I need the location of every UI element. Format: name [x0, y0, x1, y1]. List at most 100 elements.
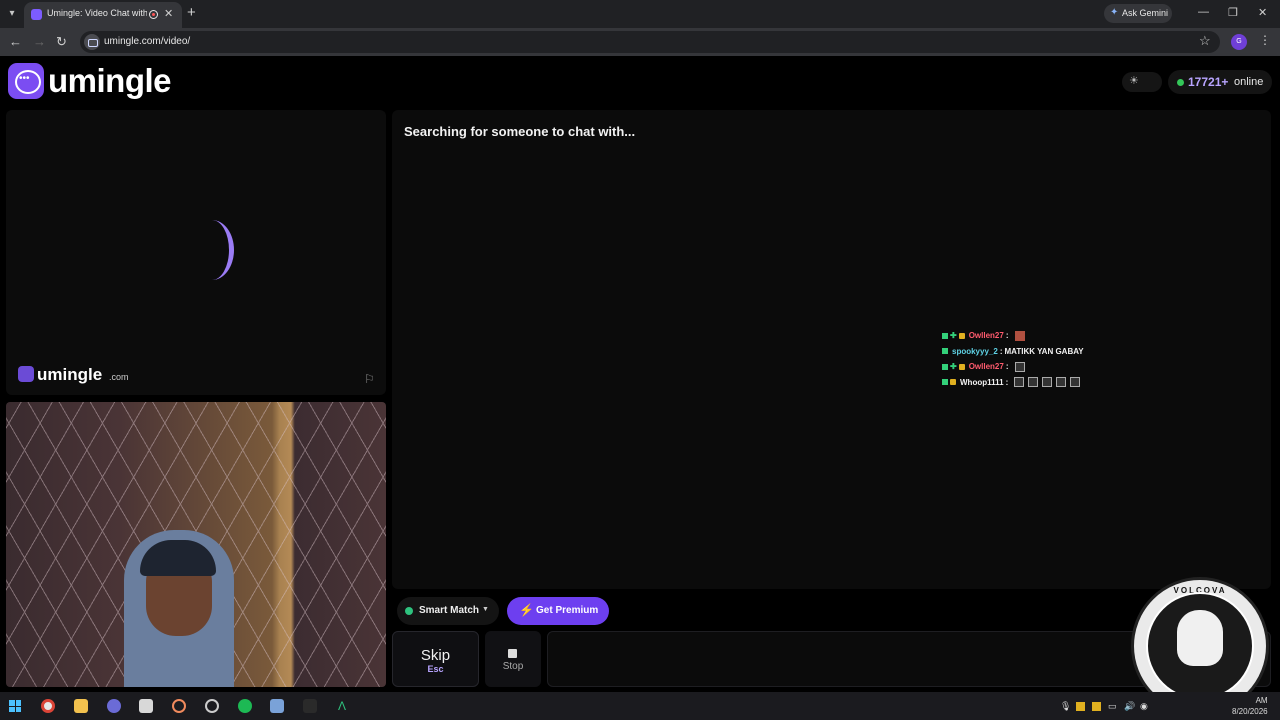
online-count: 17721+: [1188, 75, 1229, 89]
mod-badge-icon: [942, 363, 948, 370]
report-flag-icon[interactable]: ⚐: [364, 372, 375, 386]
chat-emote-icon: [1014, 330, 1025, 341]
target-app-icon[interactable]: [172, 699, 186, 713]
bookmark-star-icon[interactable]: ☆: [1199, 33, 1211, 49]
umingle-logo-icon[interactable]: [8, 63, 44, 99]
tray-app-icon-2[interactable]: [1092, 702, 1101, 711]
new-tab-icon[interactable]: +: [187, 4, 196, 21]
chat-separator: :: [1005, 331, 1009, 341]
clock-time: AM: [1255, 696, 1268, 705]
spotify-icon[interactable]: [238, 699, 252, 713]
chat-emote-icon: [1014, 361, 1025, 372]
site-info-icon[interactable]: [84, 34, 100, 50]
online-counter: 17721+ online: [1168, 70, 1272, 94]
get-premium-button[interactable]: ⚡ Get Premium: [507, 597, 609, 625]
stranger-video-panel: Searching for someone to chat with... ✚ O…: [392, 110, 1271, 589]
chat-line: spookyyy_2: MATIKK YAN GABAY: [942, 344, 1142, 360]
mod-badge-icon: [942, 332, 948, 339]
plus-badge-icon: ✚: [950, 362, 957, 372]
search-status: Searching for someone to chat with...: [404, 124, 636, 139]
minimize-icon[interactable]: —: [1198, 6, 1209, 18]
microphone-icon[interactable]: 🎙: [1060, 701, 1071, 712]
notepad-icon[interactable]: [139, 699, 153, 713]
stop-button[interactable]: Stop: [485, 631, 541, 687]
skip-label: Skip: [420, 647, 451, 664]
close-tab-icon[interactable]: ✕: [164, 7, 173, 20]
premium-label: Get Premium: [536, 605, 599, 616]
streaming-app-icon[interactable]: Λ: [335, 699, 349, 713]
chat-username: Owllen27: [968, 331, 1004, 341]
chat-username: Owllen27: [968, 362, 1004, 372]
remote-video-panel: umingle .com ⚐: [6, 110, 386, 395]
gemini-spark-icon: ✦: [1110, 7, 1119, 18]
stream-chat-overlay: ✚ Owllen27: spookyyy_2: MATIKK YAN GABAY ✚ Ow…: [942, 328, 1142, 390]
theme-toggle[interactable]: ☀: [1122, 72, 1162, 92]
online-status-dot: [1177, 79, 1184, 86]
chat-emote-icon: [1056, 377, 1067, 388]
back-icon[interactable]: ←: [9, 34, 22, 49]
tray-app-icon-1[interactable]: [1076, 702, 1085, 711]
gift-badge-icon: [958, 332, 965, 339]
chat-line: ✚ Owllen27:: [942, 328, 1142, 344]
site-logo-text[interactable]: umingle: [48, 62, 172, 100]
mod-badge-icon: [942, 379, 948, 386]
self-camera-feed: [6, 402, 386, 687]
muted-app-icon[interactable]: [303, 699, 317, 713]
chat-separator: :: [999, 346, 1003, 356]
chat-line: Whoop1111:: [942, 375, 1142, 391]
chat-username: Whoop1111: [960, 377, 1004, 387]
smart-match-dropdown[interactable]: Smart Match ▼: [397, 597, 499, 625]
browser-tab[interactable]: Umingle: Video Chat with S ✕: [24, 2, 182, 28]
site-favicon-icon: [31, 9, 42, 20]
edit-tool-icon[interactable]: [270, 699, 284, 713]
clock-date: 8/20/2026: [1232, 707, 1268, 716]
chrome-app-icon[interactable]: [41, 699, 55, 713]
loading-spinner: [190, 220, 234, 280]
skip-button[interactable]: Skip Esc: [392, 631, 479, 687]
stop-icon: [508, 649, 517, 658]
volume-icon[interactable]: 🔊: [1124, 701, 1135, 712]
chat-emote-icon: [1070, 377, 1081, 388]
chat-line: ✚ Owllen27:: [942, 359, 1142, 375]
ask-gemini-button[interactable]: ✦ Ask Gemini: [1104, 4, 1172, 23]
browser-toolbar: ← → ↻ umingle.com/video/ ☆ G ⋮: [0, 28, 1280, 56]
gift-badge-icon: [950, 379, 956, 386]
online-label: online: [1234, 76, 1264, 88]
system-clock[interactable]: AM 8/20/2026: [1232, 695, 1268, 717]
windows-taskbar: Λ 🎙 ▭ 🔊 ◉ AM 8/20/2026: [0, 692, 1280, 720]
chat-separator: :: [1005, 362, 1009, 372]
chat-emote-icon: [1014, 377, 1025, 388]
address-bar[interactable]: umingle.com/video/: [80, 31, 1220, 53]
chat-emote-icon: [1028, 377, 1039, 388]
seal-figure: [1177, 610, 1223, 666]
smart-match-label: Smart Match: [419, 605, 480, 616]
browser-menu-icon[interactable]: ⋮: [1259, 33, 1271, 47]
watermark-logo-icon: [18, 366, 34, 382]
forward-icon[interactable]: →: [33, 34, 46, 49]
file-explorer-icon[interactable]: [74, 699, 88, 713]
discord-icon[interactable]: ◉: [1140, 701, 1148, 712]
reload-icon[interactable]: ↻: [56, 34, 67, 50]
sun-icon: ☀: [1129, 75, 1139, 87]
url-text: umingle.com/video/: [104, 36, 191, 47]
lightning-icon: ⚡: [519, 603, 534, 617]
video-watermark-tld: .com: [109, 372, 129, 382]
stop-label: Stop: [502, 661, 524, 672]
close-window-icon[interactable]: ✕: [1258, 6, 1267, 19]
chat-username: spookyyy_2: [952, 346, 998, 356]
profile-avatar[interactable]: G: [1231, 34, 1247, 50]
browser-tab-strip: ▾ Umingle: Video Chat with S ✕ + ✦ Ask G…: [0, 0, 1280, 28]
chat-message: MATIKK YAN GABAY: [1004, 346, 1084, 356]
tab-title: Umingle: Video Chat with S: [47, 8, 147, 18]
plus-badge-icon: ✚: [950, 331, 957, 341]
obs-icon[interactable]: [205, 699, 219, 713]
recording-icon: [149, 10, 158, 19]
tab-search-icon[interactable]: ▾: [4, 6, 20, 22]
windows-start-icon[interactable]: [9, 700, 21, 712]
chrome-profile-app-icon[interactable]: [107, 699, 121, 713]
restore-icon[interactable]: ❐: [1228, 6, 1238, 19]
video-watermark: umingle: [37, 365, 103, 384]
chevron-down-icon: ▼: [482, 606, 489, 613]
network-icon[interactable]: ▭: [1108, 701, 1117, 712]
ask-gemini-label: Ask Gemini: [1122, 8, 1169, 18]
